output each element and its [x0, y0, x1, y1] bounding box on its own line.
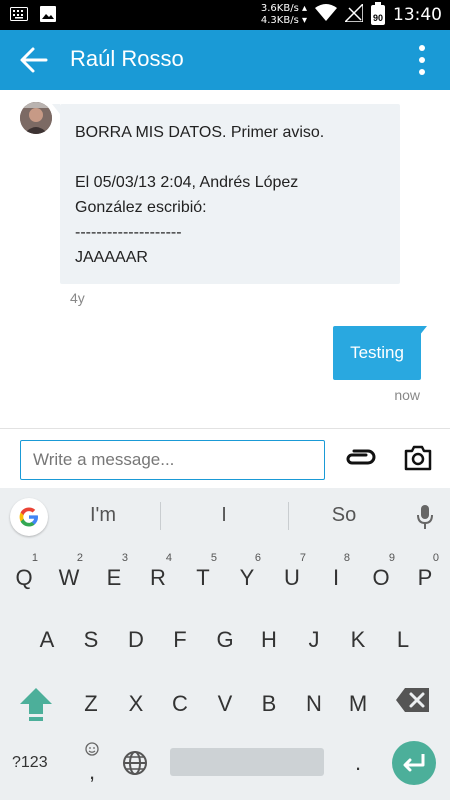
message-line: --------------------: [75, 224, 182, 241]
no-signal-icon: [343, 1, 364, 27]
key-u[interactable]: 7U: [272, 552, 312, 604]
comma-label: ,: [88, 759, 96, 784]
symbols-key[interactable]: ?123: [12, 754, 48, 772]
space-bar[interactable]: [170, 748, 324, 776]
conversation-title: Raúl Rosso: [70, 46, 184, 71]
camera-icon[interactable]: [403, 444, 433, 472]
outgoing-timestamp: now: [394, 387, 420, 403]
outgoing-message-text: Testing: [350, 343, 404, 362]
suggestion-2[interactable]: I: [174, 504, 274, 527]
key-k[interactable]: K: [338, 614, 378, 666]
screen: 3.6KB/s ▴ 4.3KB/s ▾ 90 13:40 Raúl Rosso: [0, 0, 450, 800]
status-bar: 3.6KB/s ▴ 4.3KB/s ▾ 90 13:40: [0, 0, 450, 30]
period-key[interactable]: .: [350, 750, 366, 776]
message-input[interactable]: [20, 440, 325, 480]
composer: [0, 428, 450, 488]
app-bar: Raúl Rosso: [0, 30, 450, 90]
message-line: González escribió:: [75, 199, 207, 216]
key-y[interactable]: 6Y: [227, 552, 267, 604]
suggestion-3[interactable]: So: [294, 504, 394, 527]
keyboard-icon: [10, 7, 28, 26]
back-arrow-icon[interactable]: [18, 45, 50, 75]
suggestion-1[interactable]: I'm: [53, 504, 153, 527]
key-d[interactable]: D: [116, 614, 156, 666]
key-j[interactable]: J: [294, 614, 334, 666]
message-line: JAAAAAR: [75, 249, 148, 266]
key-t[interactable]: 5T: [183, 552, 223, 604]
battery-icon: 90: [371, 2, 385, 25]
key-s[interactable]: S: [71, 614, 111, 666]
key-b[interactable]: B: [249, 678, 289, 730]
emoji-comma-key[interactable]: ,: [80, 740, 104, 784]
suggestion-bar: I'm I So: [0, 488, 450, 544]
smiley-icon: [85, 742, 99, 756]
key-f[interactable]: F: [160, 614, 200, 666]
image-icon: [40, 6, 56, 27]
avatar[interactable]: [20, 102, 52, 134]
key-v[interactable]: V: [205, 678, 245, 730]
key-l[interactable]: L: [383, 614, 423, 666]
suggestion-divider: [288, 502, 289, 530]
key-w[interactable]: 2W: [49, 552, 89, 604]
key-r[interactable]: 4R: [138, 552, 178, 604]
enter-arrow-icon: [403, 754, 425, 772]
key-p[interactable]: 0P: [405, 552, 445, 604]
key-z[interactable]: Z: [71, 678, 111, 730]
key-g[interactable]: G: [205, 614, 245, 666]
google-icon[interactable]: [10, 498, 48, 536]
key-o[interactable]: 9O: [361, 552, 401, 604]
paperclip-icon[interactable]: [344, 447, 376, 471]
message-list[interactable]: BORRA MIS DATOS. Primer aviso. El 05/03/…: [0, 90, 450, 428]
key-h[interactable]: H: [249, 614, 289, 666]
outgoing-message-bubble[interactable]: Testing: [333, 326, 427, 380]
backspace-icon[interactable]: [395, 686, 431, 714]
key-q[interactable]: 1Q: [4, 552, 44, 604]
enter-key[interactable]: [392, 741, 436, 785]
message-line: [75, 145, 385, 170]
message-line: BORRA MIS DATOS. Primer aviso.: [75, 124, 325, 141]
key-n[interactable]: N: [294, 678, 334, 730]
globe-icon[interactable]: [122, 750, 148, 776]
key-e[interactable]: 3E: [94, 552, 134, 604]
key-c[interactable]: C: [160, 678, 200, 730]
network-speed: 3.6KB/s ▴ 4.3KB/s ▾: [260, 3, 307, 26]
message-line: El 05/03/13 2:04, Andrés López: [75, 174, 299, 191]
clock: 13:40: [393, 5, 442, 25]
key-x[interactable]: X: [116, 678, 156, 730]
key-a[interactable]: A: [27, 614, 67, 666]
microphone-icon[interactable]: [416, 504, 434, 530]
key-i[interactable]: 8I: [316, 552, 356, 604]
wifi-icon: [315, 3, 337, 27]
suggestion-divider: [160, 502, 161, 530]
incoming-timestamp: 4y: [70, 290, 85, 306]
keyboard: I'm I So 1Q 2W 3E 4R 5T 6Y 7U 8I 9O 0P A…: [0, 488, 450, 800]
shift-arrow-icon[interactable]: [14, 684, 58, 724]
more-options-icon[interactable]: [418, 44, 426, 76]
incoming-message-bubble[interactable]: BORRA MIS DATOS. Primer aviso. El 05/03/…: [52, 104, 400, 284]
key-m[interactable]: M: [338, 678, 378, 730]
